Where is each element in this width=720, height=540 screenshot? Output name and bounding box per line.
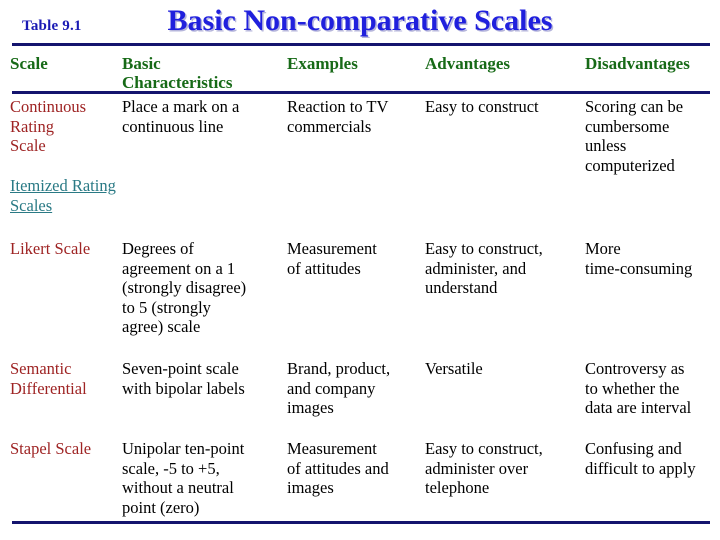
table-cell-examples: Measurement of attitudes and images — [287, 439, 389, 497]
table-cell-disadvantages: More time-consuming — [585, 239, 693, 278]
column-header-scale: Scale — [10, 54, 48, 73]
table-row-scale-name: Likert Scale — [10, 239, 91, 258]
table-cell-examples: Measurement of attitudes — [287, 239, 377, 278]
table-row-scale-name: Stapel Scale — [10, 439, 92, 458]
table-cell-disadvantages: Scoring can be cumbersome unless compute… — [585, 97, 684, 175]
table-cell-examples: Reaction to TV commercials — [287, 97, 389, 136]
table-cell-disadvantages: Confusing and difficult to apply — [585, 439, 696, 478]
slide: Table 9.1 Basic Non-comparative Scales S… — [0, 0, 720, 540]
table-cell-disadvantages: Controversy as to whether the data are i… — [585, 359, 692, 417]
table-cell-characteristics: Degrees of agreement on a 1 (strongly di… — [122, 239, 247, 336]
table-row-scale-name: Continuous Rating Scale — [10, 97, 87, 155]
column-header-advantages: Advantages — [425, 54, 511, 73]
column-header-examples: Examples — [287, 54, 358, 73]
table-row-scale-name: Semantic Differential — [10, 359, 87, 398]
table-cell-advantages: Easy to construct, administer over telep… — [425, 439, 543, 497]
column-header-disadvantages: Disadvantages — [585, 54, 690, 73]
table-cell-advantages: Versatile — [425, 359, 483, 378]
scales-table: Scale Basic Characteristics Examples Adv… — [0, 0, 720, 540]
table-cell-characteristics: Seven-point scale with bipolar labels — [122, 359, 245, 398]
table-cell-examples: Brand, product, and company images — [287, 359, 391, 417]
table-cell-characteristics: Place a mark on a continuous line — [122, 97, 240, 136]
table-cell-advantages: Easy to construct, administer, and under… — [425, 239, 543, 297]
column-header-basic-characteristics: Basic Characteristics — [122, 54, 233, 92]
table-row-section-heading: Itemized Rating Scales — [10, 176, 116, 215]
table-cell-advantages: Easy to construct — [425, 97, 539, 116]
table-cell-characteristics: Unipolar ten-point scale, -5 to +5, with… — [122, 439, 245, 517]
